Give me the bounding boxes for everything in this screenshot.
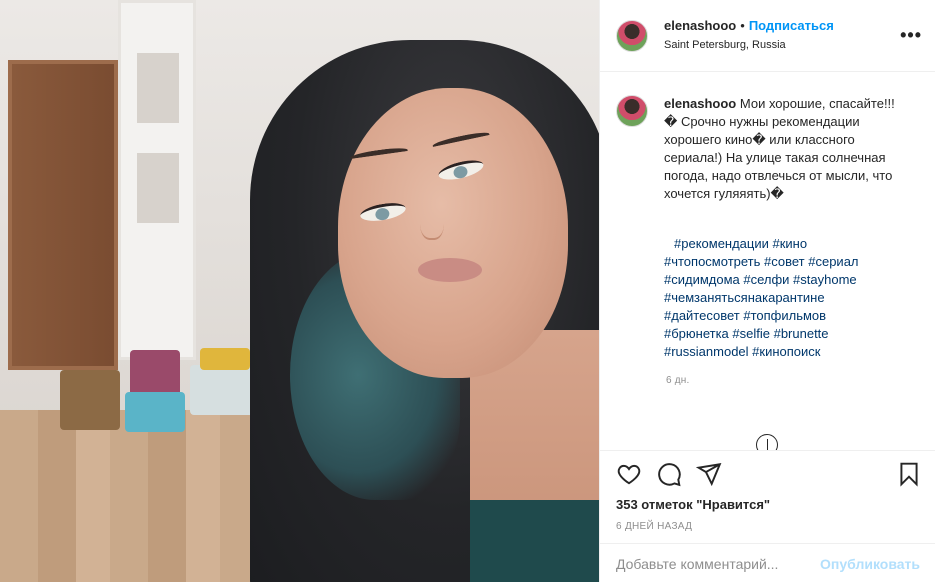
- caption-avatar[interactable]: [616, 95, 648, 127]
- bookmark-icon[interactable]: [896, 461, 922, 487]
- hashtag-line[interactable]: #чтопосмотреть #совет #сериал: [664, 253, 894, 271]
- avatar[interactable]: [616, 19, 648, 52]
- username-link[interactable]: elenashooo: [664, 18, 736, 33]
- photo-top: [470, 500, 599, 582]
- photo-face: [338, 88, 568, 378]
- caption-time: 6 дн.: [666, 375, 690, 386]
- hashtags: #рекомендации #кино #чтопосмотреть #сове…: [664, 235, 894, 361]
- separator-dot: •: [740, 18, 745, 33]
- shelf-slot: [137, 153, 179, 223]
- toy-bin: [125, 392, 185, 432]
- toy-blocks: [200, 348, 250, 370]
- post-header: elenashooo • Подписаться Saint Petersburg,…: [600, 0, 935, 72]
- hashtag-line[interactable]: #сидимдома #селфи #stayhome: [664, 271, 894, 289]
- hashtag-line[interactable]: #рекомендации #кино: [664, 235, 894, 253]
- photo-door: [8, 60, 118, 370]
- follow-button[interactable]: Подписаться: [749, 18, 834, 33]
- photo-nose: [420, 200, 444, 240]
- hashtag-line[interactable]: #дайтесовет #топфильмов: [664, 307, 894, 325]
- shelf-slot: [137, 53, 179, 123]
- publish-button[interactable]: Опубликовать: [820, 556, 920, 572]
- location-link[interactable]: Saint Petersburg, Russia: [664, 37, 834, 53]
- header-top-line: elenashooo • Подписаться: [664, 18, 834, 34]
- paper-plane-icon[interactable]: [696, 461, 722, 487]
- caption-username[interactable]: elenashooo: [664, 96, 736, 111]
- caption-body: Мои хорошие, спасайте!!!� Срочно нужны р…: [664, 96, 895, 201]
- comments-section: elenashooo Мои хорошие, спасайте!!!� Сро…: [600, 73, 935, 450]
- hashtag-line[interactable]: #чемзанятьсянакарантине: [664, 289, 894, 307]
- load-more-comments-icon[interactable]: [756, 434, 778, 450]
- heart-icon[interactable]: [616, 461, 642, 487]
- comment-icon[interactable]: [656, 461, 682, 487]
- more-options-icon[interactable]: •••: [900, 26, 922, 44]
- hashtag-line[interactable]: #russianmodel #кинопоиск: [664, 343, 894, 361]
- caption-row: elenashooo Мои хорошие, спасайте!!!� Сро…: [616, 95, 920, 203]
- comment-input[interactable]: [616, 555, 821, 572]
- instagram-post: elenashooo • Подписаться Saint Petersburg,…: [0, 0, 935, 582]
- action-icons: [616, 461, 736, 487]
- post-sidebar: elenashooo • Подписаться Saint Petersburg,…: [599, 0, 935, 582]
- photo-shelf: [118, 0, 196, 360]
- post-photo[interactable]: [0, 0, 599, 582]
- post-actions: 353 отметок "Нравится" 6 ДНЕЙ НАЗАД Опуб…: [600, 450, 935, 582]
- likes-count[interactable]: 353 отметок "Нравится": [616, 497, 770, 512]
- caption-text: elenashooo Мои хорошие, спасайте!!!� Сро…: [664, 95, 904, 203]
- post-date: 6 ДНЕЙ НАЗАД: [616, 521, 693, 532]
- photo-toys: [60, 330, 280, 440]
- photo-lips: [418, 258, 482, 282]
- add-comment-bar: Опубликовать: [600, 543, 935, 582]
- toy-bag: [60, 370, 120, 430]
- hashtag-line[interactable]: #брюнетка #selfie #brunette: [664, 325, 894, 343]
- header-text: elenashooo • Подписаться Saint Petersburg,…: [664, 18, 834, 53]
